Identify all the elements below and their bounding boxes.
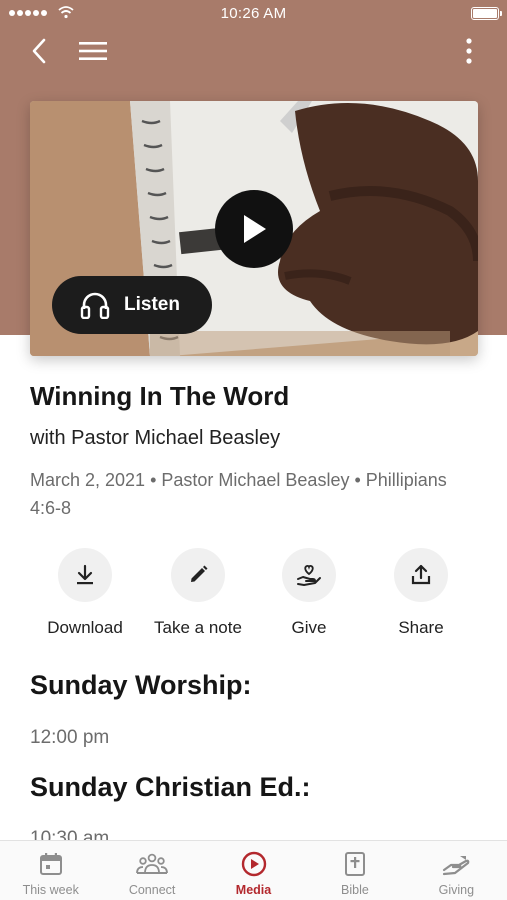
play-button[interactable]: [215, 190, 293, 268]
speaker-line: with Pastor Michael Beasley: [30, 427, 281, 449]
more-options-button[interactable]: [451, 33, 487, 69]
menu-button[interactable]: [75, 33, 111, 69]
tab-label: Bible: [341, 883, 369, 897]
sermon-title: Winning In The Word: [30, 381, 290, 411]
more-vertical-icon: [466, 38, 472, 64]
chevron-left-icon: [32, 38, 46, 64]
media-thumbnail[interactable]: Listen: [30, 101, 478, 356]
tab-media[interactable]: Media: [203, 841, 304, 900]
section-text: 12:00 pm: [30, 727, 110, 748]
headphones-icon: [80, 292, 110, 319]
hamburger-icon: [79, 42, 107, 60]
listen-label: Listen: [124, 294, 180, 315]
download-label: Download: [47, 618, 123, 637]
people-icon: [136, 853, 169, 874]
tab-label: Giving: [438, 883, 475, 897]
tab-label: Media: [235, 883, 272, 897]
tab-label: This week: [22, 883, 79, 897]
give-button[interactable]: Give: [254, 548, 364, 638]
share-icon: [394, 548, 448, 602]
calendar-icon: [39, 853, 62, 875]
give-label: Give: [291, 618, 327, 637]
play-icon: [244, 215, 266, 243]
action-row: Download Take a note Give Share: [30, 548, 478, 648]
status-time: 10:26 AM: [220, 5, 287, 22]
back-button[interactable]: [21, 33, 57, 69]
tab-bible[interactable]: Bible: [304, 841, 405, 900]
hand-heart-icon: [282, 548, 336, 602]
take-note-button[interactable]: Take a note: [143, 548, 253, 638]
tab-label: Connect: [128, 883, 176, 897]
share-button[interactable]: Share: [366, 548, 476, 638]
giving-hand-icon: [443, 856, 470, 876]
sermon-meta: March 2, 2021 • Pastor Michael Beasley •…: [30, 470, 447, 518]
take-note-label: Take a note: [154, 618, 242, 637]
share-label: Share: [398, 618, 444, 637]
listen-button[interactable]: Listen: [52, 276, 212, 334]
bible-icon: [344, 852, 365, 876]
battery-icon: [471, 7, 502, 20]
download-button[interactable]: Download: [30, 548, 140, 638]
tab-connect[interactable]: Connect: [101, 841, 202, 900]
tab-giving[interactable]: Giving: [406, 841, 507, 900]
section-heading: Sunday Christian Ed.:: [30, 772, 311, 802]
download-icon: [58, 548, 112, 602]
status-bar: 10:26 AM: [0, 0, 507, 28]
pencil-icon: [171, 548, 225, 602]
tab-this-week[interactable]: This week: [0, 841, 101, 900]
bottom-tab-bar: This week Connect Media Bible Giving: [0, 840, 507, 900]
section-heading: Sunday Worship:: [30, 670, 252, 700]
play-circle-icon: [241, 851, 266, 877]
